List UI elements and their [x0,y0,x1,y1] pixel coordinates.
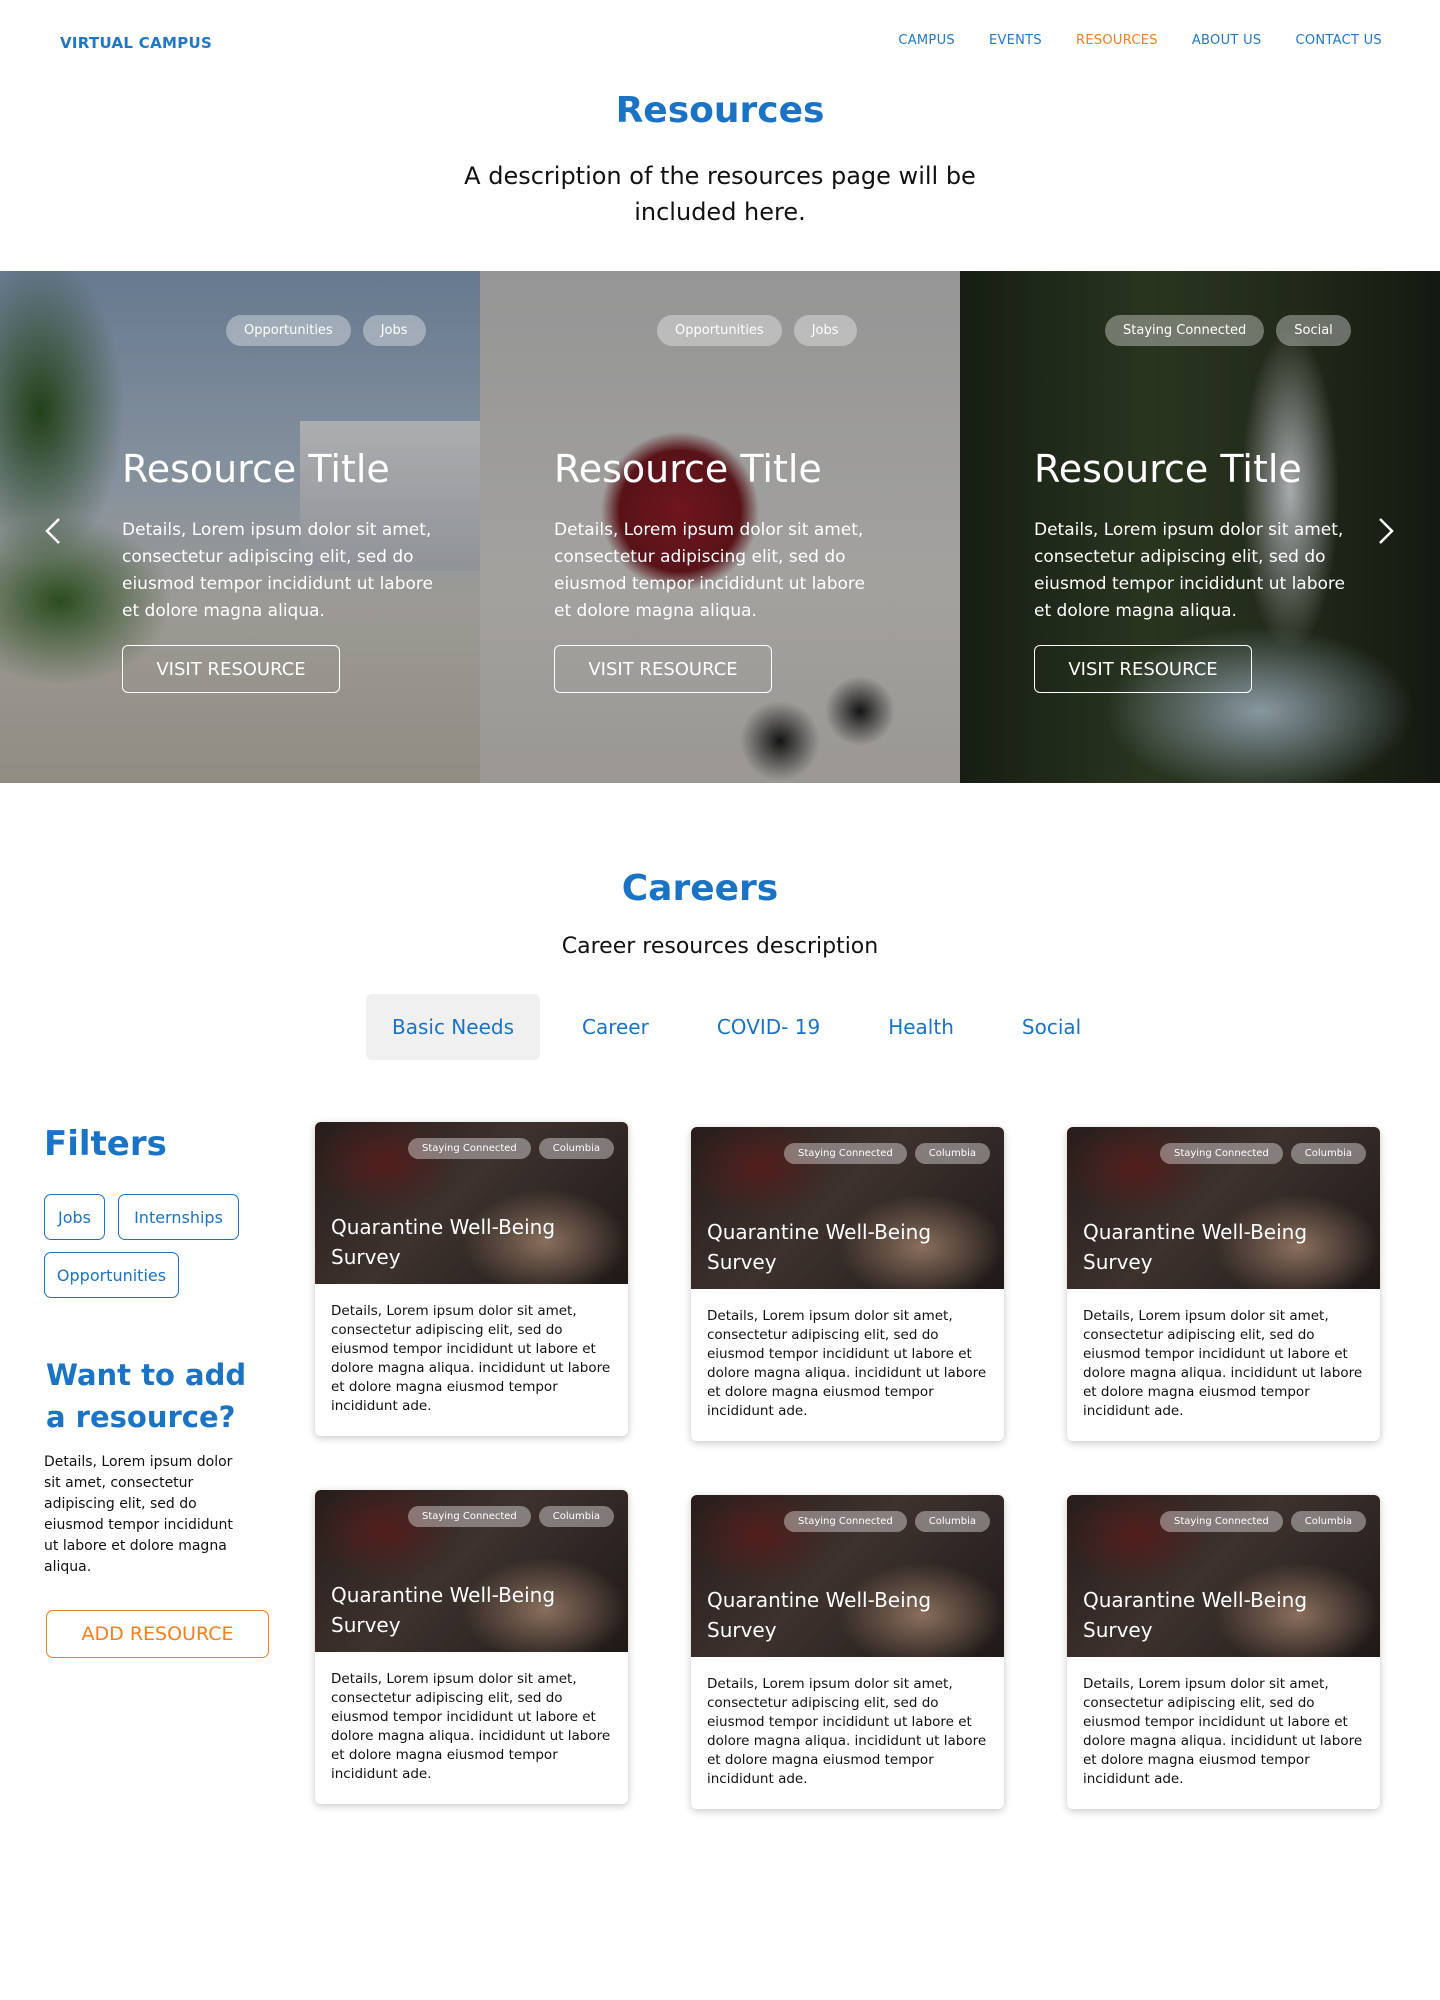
carousel-slide: Opportunities Jobs Resource Title Detail… [0,271,480,783]
card-description: Details, Lorem ipsum dolor sit amet, con… [331,1671,611,1782]
section-title: Careers [621,868,779,909]
card-description: Details, Lorem ipsum dolor sit amet, con… [1083,1308,1363,1419]
tab-basic-needs[interactable]: Basic Needs [366,994,540,1060]
card-title: Quarantine Well-Being Survey [707,1588,932,1642]
nav-link-campus[interactable]: CAMPUS [898,33,955,48]
nav-link-about-us[interactable]: ABOUT US [1192,33,1262,48]
visit-resource-button[interactable]: VISIT RESOURCE [122,645,340,693]
resource-card[interactable]: Staying Connected Columbia Quarantine We… [691,1127,1004,1441]
resource-card[interactable]: Staying Connected Columbia Quarantine We… [315,1122,628,1436]
card-title: Quarantine Well-Being Survey [1083,1588,1308,1642]
card-tag[interactable]: Columbia [538,1138,614,1159]
card-tags: Staying Connected Columbia [783,1143,990,1164]
section-description: Career resources description [561,934,879,959]
slide-title: Resource Title [122,447,390,491]
resource-card[interactable]: Staying Connected Columbia Quarantine We… [691,1495,1004,1809]
filters-title: Filters [44,1124,167,1164]
card-tags: Staying Connected Columbia [407,1138,614,1159]
nav-link-resources[interactable]: RESOURCES [1076,33,1158,48]
card-tag[interactable]: Staying Connected [407,1138,531,1159]
carousel-next-button[interactable] [1371,511,1401,551]
slide-tag[interactable]: Social [1276,315,1351,346]
card-tag[interactable]: Staying Connected [407,1506,531,1527]
chevron-right-icon [1379,518,1394,544]
resource-carousel: Opportunities Jobs Resource Title Detail… [0,271,1440,783]
card-tag[interactable]: Columbia [914,1143,990,1164]
visit-resource-button[interactable]: VISIT RESOURCE [554,645,772,693]
resources-page: VIRTUAL CAMPUS CAMPUS EVENTS RESOURCES A… [0,0,1440,2000]
card-title: Quarantine Well-Being Survey [331,1583,556,1637]
category-tabs: Basic Needs Career COVID- 19 Health Soci… [366,994,1123,1060]
add-resource-title: Want to add a resource? [46,1358,247,1434]
slide-tag[interactable]: Jobs [793,315,857,346]
chevron-left-icon [45,518,60,544]
slide-tag[interactable]: Staying Connected [1105,315,1265,346]
carousel-slide: Staying Connected Social Resource Title … [960,271,1440,783]
resource-card[interactable]: Staying Connected Columbia Quarantine We… [1067,1127,1380,1441]
filter-chip-internships[interactable]: Internships [118,1194,239,1240]
card-tag[interactable]: Staying Connected [1159,1511,1283,1532]
card-description: Details, Lorem ipsum dolor sit amet, con… [707,1308,987,1419]
card-title: Quarantine Well-Being Survey [707,1220,932,1274]
slide-tag[interactable]: Jobs [362,315,426,346]
card-tag[interactable]: Columbia [914,1511,990,1532]
nav-link-contact-us[interactable]: CONTACT US [1295,33,1382,48]
visit-resource-button[interactable]: VISIT RESOURCE [1034,645,1252,693]
slide-title: Resource Title [554,447,822,491]
tab-covid-19[interactable]: COVID- 19 [691,994,846,1060]
card-tags: Staying Connected Columbia [783,1511,990,1532]
carousel-prev-button[interactable] [38,511,68,551]
slide-title: Resource Title [1034,447,1302,491]
slide-tag[interactable]: Opportunities [226,315,351,346]
carousel-slide: Opportunities Jobs Resource Title Detail… [480,271,960,783]
card-description: Details, Lorem ipsum dolor sit amet, con… [707,1676,987,1787]
slide-description: Details, Lorem ipsum dolor sit amet, con… [554,520,865,621]
card-description: Details, Lorem ipsum dolor sit amet, con… [331,1303,611,1414]
filter-chip-opportunities[interactable]: Opportunities [44,1252,179,1298]
tab-social[interactable]: Social [996,994,1107,1060]
card-description: Details, Lorem ipsum dolor sit amet, con… [1083,1676,1363,1787]
tab-career[interactable]: Career [556,994,675,1060]
page-description: A description of the resources page will… [464,162,976,226]
add-resource-button[interactable]: ADD RESOURCE [46,1610,269,1658]
slide-tags: Staying Connected Social [1105,315,1351,346]
add-resource-description: Details, Lorem ipsum dolor sit amet, con… [44,1454,233,1575]
card-tag[interactable]: Staying Connected [783,1143,907,1164]
slide-tags: Opportunities Jobs [657,315,857,346]
slide-tag[interactable]: Opportunities [657,315,782,346]
card-tags: Staying Connected Columbia [1159,1143,1366,1164]
card-title: Quarantine Well-Being Survey [331,1215,556,1269]
card-tag[interactable]: Staying Connected [1159,1143,1283,1164]
nav-links: CAMPUS EVENTS RESOURCES ABOUT US CONTACT… [898,33,1382,48]
card-tag[interactable]: Columbia [1290,1511,1366,1532]
slide-description: Details, Lorem ipsum dolor sit amet, con… [1034,520,1345,621]
resource-card[interactable]: Staying Connected Columbia Quarantine We… [1067,1495,1380,1809]
tab-health[interactable]: Health [862,994,980,1060]
card-tag[interactable]: Columbia [538,1506,614,1527]
card-tag[interactable]: Staying Connected [783,1511,907,1532]
card-title: Quarantine Well-Being Survey [1083,1220,1308,1274]
card-tags: Staying Connected Columbia [1159,1511,1366,1532]
slide-tags: Opportunities Jobs [226,315,426,346]
card-tag[interactable]: Columbia [1290,1143,1366,1164]
top-nav: VIRTUAL CAMPUS CAMPUS EVENTS RESOURCES A… [0,0,1440,84]
resource-card[interactable]: Staying Connected Columbia Quarantine We… [315,1490,628,1804]
page-title: Resources [615,90,825,131]
card-tags: Staying Connected Columbia [407,1506,614,1527]
slide-description: Details, Lorem ipsum dolor sit amet, con… [122,520,433,621]
site-logo[interactable]: VIRTUAL CAMPUS [60,34,212,52]
nav-link-events[interactable]: EVENTS [989,33,1042,48]
filter-chip-jobs[interactable]: Jobs [44,1194,105,1240]
